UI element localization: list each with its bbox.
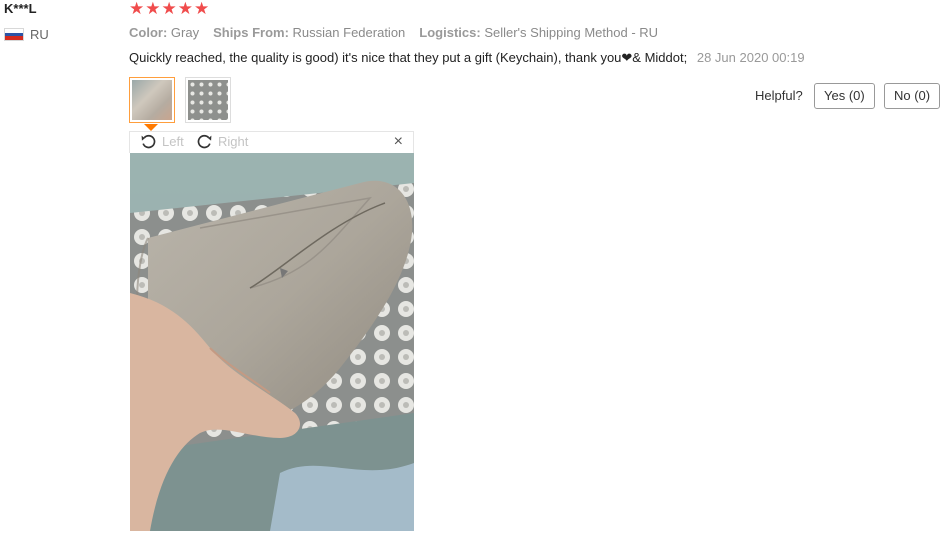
rotate-right-icon	[197, 134, 212, 149]
photo-illustration	[130, 153, 414, 531]
reviewer-name: K***L	[4, 1, 37, 16]
helpful-no-button[interactable]: No (0)	[884, 83, 941, 109]
ships-from-label: Ships From:	[213, 25, 289, 40]
rotate-left-label: Left	[162, 134, 184, 149]
star-rating: ★★★★★	[129, 0, 211, 18]
helpful-yes-button[interactable]: Yes (0)	[814, 83, 875, 109]
thumbnail-image	[188, 80, 228, 120]
color-value: Gray	[170, 25, 200, 40]
selected-thumbnail-pointer	[144, 124, 158, 131]
logistics-value: Seller's Shipping Method - RU	[484, 25, 659, 40]
review-date: 28 Jun 2020 00:19	[696, 50, 805, 65]
reviewer-country: RU	[4, 27, 49, 42]
review-text: Quickly reached, the quality is good) it…	[129, 50, 688, 65]
ships-from-attribute: Ships From: Russian Federation	[213, 25, 405, 40]
rotate-left-button[interactable]: Left	[140, 133, 184, 150]
review-body: Quickly reached, the quality is good) it…	[129, 50, 805, 66]
ships-from-value: Russian Federation	[292, 25, 406, 40]
logistics-label: Logistics:	[419, 25, 481, 40]
logistics-attribute: Logistics: Seller's Shipping Method - RU	[419, 25, 658, 40]
close-viewer-button[interactable]: ×	[394, 133, 403, 151]
russia-flag-icon	[4, 28, 24, 41]
thumbnail-image	[132, 80, 172, 120]
color-attribute: Color: Gray	[129, 25, 199, 40]
color-label: Color:	[129, 25, 168, 40]
photo-viewer-toolbar: Left Right ×	[129, 131, 414, 153]
rotate-right-label: Right	[218, 134, 249, 149]
helpful-label: Helpful?	[755, 88, 803, 103]
review-attributes: Color: Gray Ships From: Russian Federati…	[129, 25, 658, 40]
rotate-left-icon	[141, 134, 156, 149]
review-photo-large	[130, 153, 414, 531]
review-photo-thumbnail-2[interactable]	[185, 77, 231, 123]
rotate-right-button[interactable]: Right	[196, 133, 248, 150]
review-photo-thumbnail-1[interactable]	[129, 77, 175, 123]
country-code: RU	[30, 27, 49, 42]
